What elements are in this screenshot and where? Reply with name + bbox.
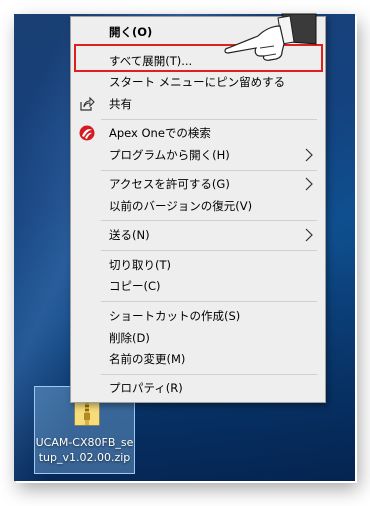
menu-item-label: コピー(C) (109, 279, 161, 293)
menu-item-label: 名前の変更(M) (109, 352, 186, 366)
menu-separator (101, 301, 317, 302)
apex-one-icon (79, 125, 95, 141)
menu-separator (101, 119, 317, 120)
menu-item-restore-previous-versions[interactable]: 以前のバージョンの復元(V) (71, 196, 325, 216)
menu-item-label: 切り取り(T) (109, 258, 171, 272)
menu-item-share[interactable]: 共有 (71, 94, 325, 114)
menu-item-delete[interactable]: 削除(D) (71, 328, 325, 348)
menu-item-label: プログラムから開く(H) (109, 148, 230, 162)
menu-item-label: 開く(O) (109, 25, 153, 39)
menu-item-properties[interactable]: プロパティ(R) (71, 378, 325, 398)
menu-separator (101, 170, 317, 171)
pointing-hand-icon (224, 13, 317, 61)
menu-item-label: 以前のバージョンの復元(V) (109, 199, 253, 213)
menu-separator (101, 250, 317, 251)
menu-item-label: 共有 (109, 97, 132, 111)
menu-item-copy[interactable]: コピー(C) (71, 276, 325, 296)
menu-item-apex-one-scan[interactable]: Apex Oneでの検索 (71, 123, 325, 143)
menu-item-label: 送る(N) (109, 228, 150, 242)
menu-item-pin-to-start[interactable]: スタート メニューにピン留めする (71, 72, 325, 92)
file-name-label: UCAM-CX80FB_se tup_v1.02.00.zip (35, 436, 134, 464)
chevron-right-icon (305, 228, 313, 242)
menu-item-open-with[interactable]: プログラムから開く(H) (71, 145, 325, 165)
menu-item-label: 削除(D) (109, 331, 150, 345)
chevron-right-icon (305, 148, 313, 162)
menu-separator (101, 220, 317, 221)
context-menu[interactable]: 開く(O) すべて展開(T)... スタート メニューにピン留めする 共有 Ap… (70, 16, 326, 403)
share-icon (80, 96, 95, 111)
menu-item-label: アクセスを許可する(G) (109, 177, 230, 191)
menu-item-cut[interactable]: 切り取り(T) (71, 255, 325, 275)
chevron-right-icon (305, 177, 313, 191)
menu-item-give-access[interactable]: アクセスを許可する(G) (71, 174, 325, 194)
menu-separator (101, 374, 317, 375)
menu-item-label: プロパティ(R) (109, 381, 183, 395)
menu-item-label: スタート メニューにピン留めする (109, 75, 286, 89)
menu-item-rename[interactable]: 名前の変更(M) (71, 349, 325, 369)
menu-item-label: Apex Oneでの検索 (109, 126, 211, 140)
menu-item-send-to[interactable]: 送る(N) (71, 225, 325, 245)
menu-item-label: ショートカットの作成(S) (109, 309, 241, 323)
menu-item-create-shortcut[interactable]: ショートカットの作成(S) (71, 306, 325, 326)
